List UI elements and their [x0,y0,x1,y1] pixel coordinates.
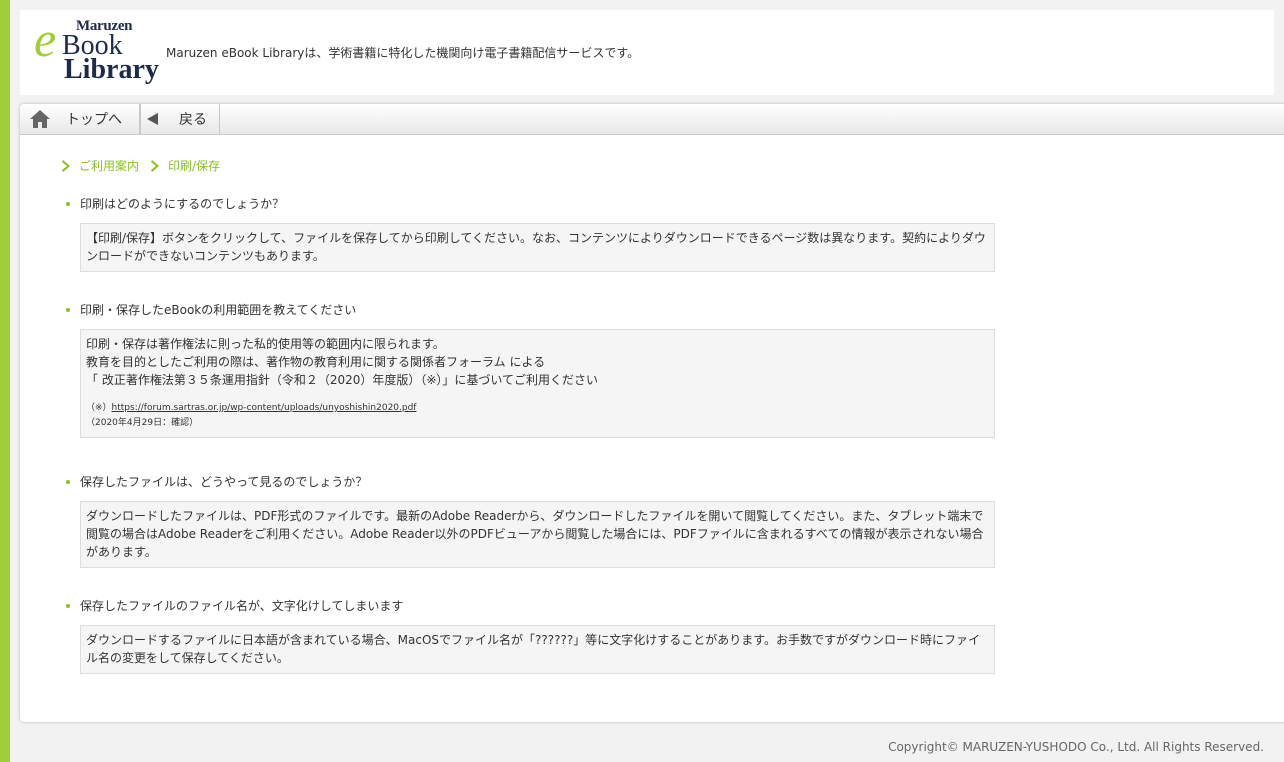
faq-question: 印刷・保存したeBookの利用範囲を教えてください [62,302,995,318]
faq-answer: 【印刷/保存】ボタンをクリックして、ファイルを保存してから印刷してください。なお… [80,223,995,272]
chevron-right-icon [151,159,160,172]
content-panel: トップへ 戻る ご利用案内 印刷/保存 印刷はどのようにするのでしょうか？ 【印… [20,104,1284,722]
bullet-icon [66,202,70,206]
breadcrumb: ご利用案内 印刷/保存 [62,157,232,174]
confirmation-date: （2020年4月29日：確認） [86,418,199,428]
toolbar: トップへ 戻る [20,104,1284,135]
faq-question-text: 印刷・保存したeBookの利用範囲を教えてください [80,303,357,317]
faq-question-text: 印刷はどのようにするのでしょうか？ [80,197,285,211]
triangle-left-icon [147,113,158,125]
faq-answer: ダウンロードしたファイルは、PDF形式のファイルです。最新のAdobe Read… [80,501,995,568]
faq-answer: 印刷・保存は著作権法に則った私的使用等の範囲内に限られます。 教育を目的としたご… [80,329,995,438]
breadcrumb-label: 印刷/保存 [168,159,221,173]
site-tagline: Maruzen eBook Libraryは、学術書籍に特化した機関向け電子書籍… [166,46,640,60]
faq-question: 保存したファイルは、どうやって見るのでしょうか？ [62,474,995,490]
breadcrumb-item-guide[interactable]: ご利用案内 [62,157,139,174]
faq-answer: ダウンロードするファイルに日本語が含まれている場合、MacOSでファイル名が「?… [80,625,995,674]
top-button-label: トップへ [66,112,122,128]
faq-item: 保存したファイルのファイル名が、文字化けしてしまいます ダウンロードするファイル… [62,598,995,674]
faq-item: 保存したファイルは、どうやって見るのでしょうか？ ダウンロードしたファイルは、P… [62,474,995,568]
faq-item: 印刷はどのようにするのでしょうか？ 【印刷/保存】ボタンをクリックして、ファイル… [62,196,995,272]
faq-answer-line: 印刷・保存は著作権法に則った私的使用等の範囲内に限られます。 [86,337,445,351]
left-accent-stripe [0,0,10,762]
top-button[interactable]: トップへ [20,104,140,134]
bullet-icon [66,308,70,312]
back-button[interactable]: 戻る [140,104,220,134]
breadcrumb-label: ご利用案内 [79,159,140,173]
faq-question: 印刷はどのようにするのでしょうか？ [62,196,995,212]
chevron-right-icon [62,159,70,172]
reference-note: （※）https://forum.sartras.or.jp/wp-conten… [86,401,989,416]
copyright-notice: Copyright© MARUZEN-YUSHODO Co., Ltd. All… [888,740,1264,754]
home-icon [30,110,50,128]
faq-item: 印刷・保存したeBookの利用範囲を教えてください 印刷・保存は著作権法に則った… [62,302,995,438]
site-header: e Maruzen Book Library Maruzen eBook Lib… [20,10,1274,95]
bullet-icon [66,604,70,608]
faq-question-text: 保存したファイルは、どうやって見るのでしょうか？ [80,475,368,489]
breadcrumb-item-print-save[interactable]: 印刷/保存 [151,157,220,174]
guideline-pdf-link[interactable]: https://forum.sartras.or.jp/wp-content/u… [112,403,417,413]
faq-answer-line: 教育を目的としたご利用の際は、著作物の教育利用に関する関係者フォーラム による [86,355,546,369]
faq-question: 保存したファイルのファイル名が、文字化けしてしまいます [62,598,995,614]
back-button-label: 戻る [179,112,207,128]
site-logo[interactable]: e Maruzen Book Library [34,14,159,88]
note-prefix: （※） [86,403,112,413]
faq-question-text: 保存したファイルのファイル名が、文字化けしてしまいます [80,599,404,613]
logo-library: Library [64,54,159,85]
bullet-icon [66,480,70,484]
logo-e: e [34,11,57,67]
faq-answer-line: 「 改正著作権法第３５条運用指針（令和２（2020）年度版）（※）」に基づいてご… [86,373,599,387]
